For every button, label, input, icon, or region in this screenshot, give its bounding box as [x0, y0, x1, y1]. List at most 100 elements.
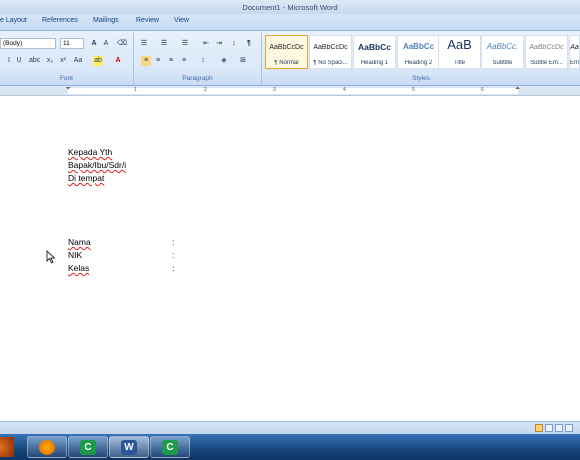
- indent-marker-icon[interactable]: ⏷: [66, 86, 71, 93]
- strikethrough-icon[interactable]: abc: [29, 56, 40, 66]
- style-sample: AaBbCcDc: [269, 44, 304, 51]
- ruler-number: 5: [412, 87, 415, 93]
- justify-icon[interactable]: ≡: [179, 56, 189, 66]
- style-sample: AaBbCc: [402, 42, 435, 51]
- taskbar-camtasia-recorder[interactable]: C: [150, 436, 190, 458]
- field-label-text: Kelas: [68, 263, 90, 273]
- align-center-icon[interactable]: ≡: [153, 56, 163, 66]
- bullets-icon[interactable]: ☰: [139, 39, 149, 49]
- show-marks-icon[interactable]: ¶: [244, 39, 254, 49]
- field-label: Nama: [68, 237, 91, 247]
- field-separator: :: [172, 263, 175, 273]
- line-spacing-icon[interactable]: ↕: [198, 56, 208, 66]
- sort-icon[interactable]: ↕: [229, 39, 239, 49]
- style-subtle-emphasis[interactable]: AaBbCcDc Subtle Em...: [525, 35, 568, 69]
- font-group-label: Font: [59, 75, 73, 82]
- outline-view-icon[interactable]: [565, 424, 573, 432]
- field-separator: :: [172, 237, 175, 247]
- ribbon-tabs: e Layout References Mailings Review View: [0, 14, 580, 31]
- styles-group-label: Styles: [412, 75, 430, 82]
- style-name: Heading 2: [404, 60, 433, 66]
- taskbar-camtasia[interactable]: C: [68, 436, 108, 458]
- clear-format-icon[interactable]: ⌫: [117, 39, 127, 49]
- style-sample: AaBbCc.: [486, 42, 519, 51]
- align-left-icon[interactable]: ≡: [141, 56, 151, 66]
- style-name: Heading 1: [360, 60, 389, 66]
- increase-indent-icon[interactable]: ⇥: [214, 39, 224, 49]
- start-button[interactable]: [0, 437, 14, 457]
- full-screen-view-icon[interactable]: [545, 424, 553, 432]
- decrease-indent-icon[interactable]: ⇤: [201, 39, 211, 49]
- address-line: Kepada Yth: [68, 147, 112, 157]
- style-subtitle[interactable]: AaBbCc. Subtitle: [481, 35, 524, 69]
- style-name: ¶ No Spaci...: [313, 60, 348, 66]
- address-line: Di tempat: [68, 173, 104, 183]
- mouse-cursor-icon: [46, 250, 56, 264]
- align-right-icon[interactable]: ≡: [166, 56, 176, 66]
- subscript-icon[interactable]: x₂: [45, 56, 55, 66]
- style-heading-2[interactable]: AaBbCc Heading 2: [397, 35, 440, 69]
- bold-icon[interactable]: I: [4, 56, 14, 66]
- field-label: NIK: [68, 250, 82, 260]
- word-icon: W: [121, 440, 137, 455]
- print-layout-view-icon[interactable]: [535, 424, 543, 432]
- address-line-text: Di tempat: [68, 173, 105, 183]
- field-label-text: NIK: [68, 250, 83, 260]
- window-title: Document1 - Microsoft Word: [242, 2, 338, 12]
- multilevel-list-icon[interactable]: ☰: [180, 39, 190, 49]
- underline-icon[interactable]: U: [14, 56, 24, 66]
- field-label: Kelas: [68, 263, 89, 273]
- document-page[interactable]: Kepada Yth Bapak/Ibu/Sdr/i Di tempat Nam…: [0, 97, 580, 421]
- horizontal-ruler[interactable]: 1 2 3 4 5 6 ⏷ ⏶: [0, 86, 580, 96]
- superscript-icon[interactable]: x²: [58, 56, 68, 66]
- style-emphasis[interactable]: Aa Em: [569, 35, 580, 69]
- font-name-box[interactable]: (Body): [0, 38, 56, 49]
- style-sample: AaBbCcDc: [313, 44, 348, 51]
- borders-icon[interactable]: ⊞: [238, 56, 248, 66]
- style-no-spacing[interactable]: AaBbCcDc ¶ No Spaci...: [309, 35, 352, 69]
- font-name-value: (Body): [3, 40, 23, 47]
- address-line-text: Kepada Yth: [68, 147, 113, 157]
- right-indent-marker-icon[interactable]: ⏶: [515, 86, 520, 93]
- taskbar: C W C: [0, 434, 580, 460]
- style-name: Title: [453, 60, 466, 66]
- ruler-number: 3: [273, 87, 276, 93]
- firefox-icon: [39, 440, 55, 455]
- highlight-icon[interactable]: ab: [93, 56, 103, 66]
- address-line-text: Bapak/Ibu/Sdr/i: [68, 160, 127, 170]
- camtasia-recorder-icon: C: [162, 440, 178, 455]
- change-case-icon[interactable]: Aa: [73, 56, 83, 66]
- style-normal[interactable]: AaBbCcDc ¶ Normal: [265, 35, 308, 69]
- shrink-font-icon[interactable]: A: [101, 39, 111, 49]
- tab-mailings[interactable]: Mailings: [93, 17, 119, 24]
- title-bar: Document1 - Microsoft Word: [0, 0, 580, 14]
- tab-review[interactable]: Review: [136, 17, 159, 24]
- style-sample: AaBbCc: [357, 42, 392, 52]
- style-name: Subtle Em...: [530, 60, 563, 66]
- grow-font-icon[interactable]: A: [89, 39, 99, 49]
- ribbon: (Body) 11 A A ⌫ I U abc x₂ x² Aa ab A ☰ …: [0, 31, 580, 86]
- web-layout-view-icon[interactable]: [555, 424, 563, 432]
- style-sample: AaBbCcDc: [529, 44, 564, 51]
- style-title[interactable]: AaB Title: [438, 35, 481, 69]
- tab-references[interactable]: References: [42, 17, 78, 24]
- field-separator: :: [172, 250, 175, 260]
- font-size-box[interactable]: 11: [60, 38, 84, 49]
- style-name: ¶ Normal: [274, 60, 299, 66]
- ruler-number: 6: [481, 87, 484, 93]
- style-heading-1[interactable]: AaBbCc Heading 1: [353, 35, 396, 69]
- numbering-icon[interactable]: ☰: [159, 39, 169, 49]
- address-line: Bapak/Ibu/Sdr/i: [68, 160, 126, 170]
- tab-view[interactable]: View: [174, 17, 189, 24]
- taskbar-firefox[interactable]: [27, 436, 67, 458]
- tab-page-layout[interactable]: e Layout: [0, 17, 27, 24]
- taskbar-word[interactable]: W: [109, 436, 149, 458]
- style-name: Subtitle: [492, 60, 513, 66]
- ruler-number: 1: [134, 87, 137, 93]
- ruler-number: 2: [204, 87, 207, 93]
- font-color-icon[interactable]: A: [113, 56, 123, 66]
- font-size-value: 11: [63, 40, 70, 47]
- shading-icon[interactable]: ◈: [219, 56, 229, 66]
- status-bar: [0, 421, 580, 434]
- field-label-text: Nama: [68, 237, 91, 247]
